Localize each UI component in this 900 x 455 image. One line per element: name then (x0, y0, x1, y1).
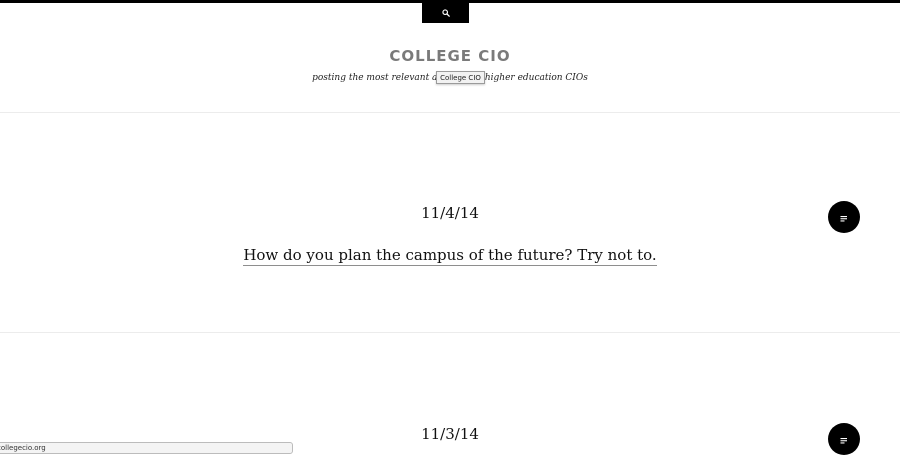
standard-post-icon (840, 208, 848, 227)
search-toggle-button[interactable] (422, 0, 469, 23)
post-divider (0, 332, 900, 333)
link-tooltip: College CIO (436, 71, 485, 84)
post-title: How do you plan the campus of the future… (0, 246, 900, 266)
post-title-link[interactable]: How do you plan the campus of the future… (243, 246, 657, 266)
header-divider (0, 112, 900, 113)
search-icon (441, 2, 450, 21)
site-title[interactable]: COLLEGE CIO (0, 47, 900, 65)
post-format-button[interactable] (828, 201, 860, 233)
post-format-button[interactable] (828, 423, 860, 455)
post-date[interactable]: 11/4/14 (0, 204, 900, 222)
browser-status-bar: collegecio.org (0, 442, 293, 454)
post-date[interactable]: 11/3/14 (0, 425, 900, 443)
standard-post-icon (840, 430, 848, 449)
